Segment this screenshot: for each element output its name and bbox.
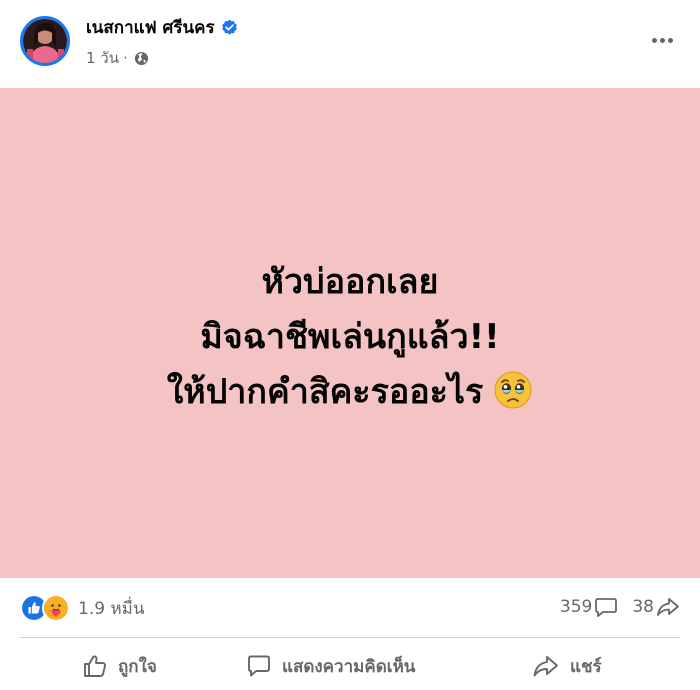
divider (20, 637, 680, 638)
care-reaction-icon (42, 594, 70, 622)
shares-count-link[interactable]: 38 (632, 596, 680, 618)
comments-count-link[interactable]: 359 (560, 596, 618, 618)
comment-icon (595, 598, 618, 617)
post-text: หัวบ่ออกเลย มิจฉาชีพเล่นกูแล้ว!! ให้ปากค… (0, 255, 700, 420)
share-button[interactable]: แชร์ (532, 646, 602, 686)
share-action-icon (533, 656, 558, 677)
pleading-face-emoji (494, 371, 532, 408)
like-label: ถูกใจ (118, 656, 157, 677)
post-actions: ถูกใจ แสดงความคิดเห็น แชร์ (0, 646, 700, 686)
post-header: เนสกาแฟ ศรีนคร 1 วัน · (0, 0, 700, 88)
share-icon (657, 598, 679, 616)
reactions-count: 1.9 หมื่น (78, 598, 145, 619)
post-line-2: มิจฉาชีพเล่นกูแล้ว!! (200, 317, 500, 357)
shares-count: 38 (632, 597, 654, 617)
comment-button[interactable]: แสดงความคิดเห็น (246, 646, 415, 686)
post-line-3-text: ให้ปากคำสิคะรออะไร (166, 372, 484, 412)
author-name[interactable]: เนสกาแฟ ศรีนคร (86, 14, 215, 41)
avatar[interactable] (20, 16, 70, 66)
comments-count: 359 (559, 597, 593, 617)
more-options-icon[interactable] (652, 28, 680, 48)
like-button[interactable]: ถูกใจ (82, 646, 157, 686)
comment-label: แสดงความคิดเห็น (282, 656, 416, 677)
post-line-1: หัวบ่ออกเลย (261, 262, 439, 302)
meta-separator: · (123, 49, 128, 67)
comment-action-icon (248, 655, 270, 677)
share-label: แชร์ (570, 656, 602, 677)
post-time[interactable]: 1 วัน (86, 46, 119, 70)
post-line-3: ให้ปากคำสิคะรออะไร (0, 365, 700, 420)
reactions-summary[interactable]: 1.9 หมื่น (20, 594, 144, 622)
verified-badge-icon (221, 19, 237, 35)
globe-icon[interactable] (134, 51, 149, 66)
like-icon (84, 655, 107, 677)
